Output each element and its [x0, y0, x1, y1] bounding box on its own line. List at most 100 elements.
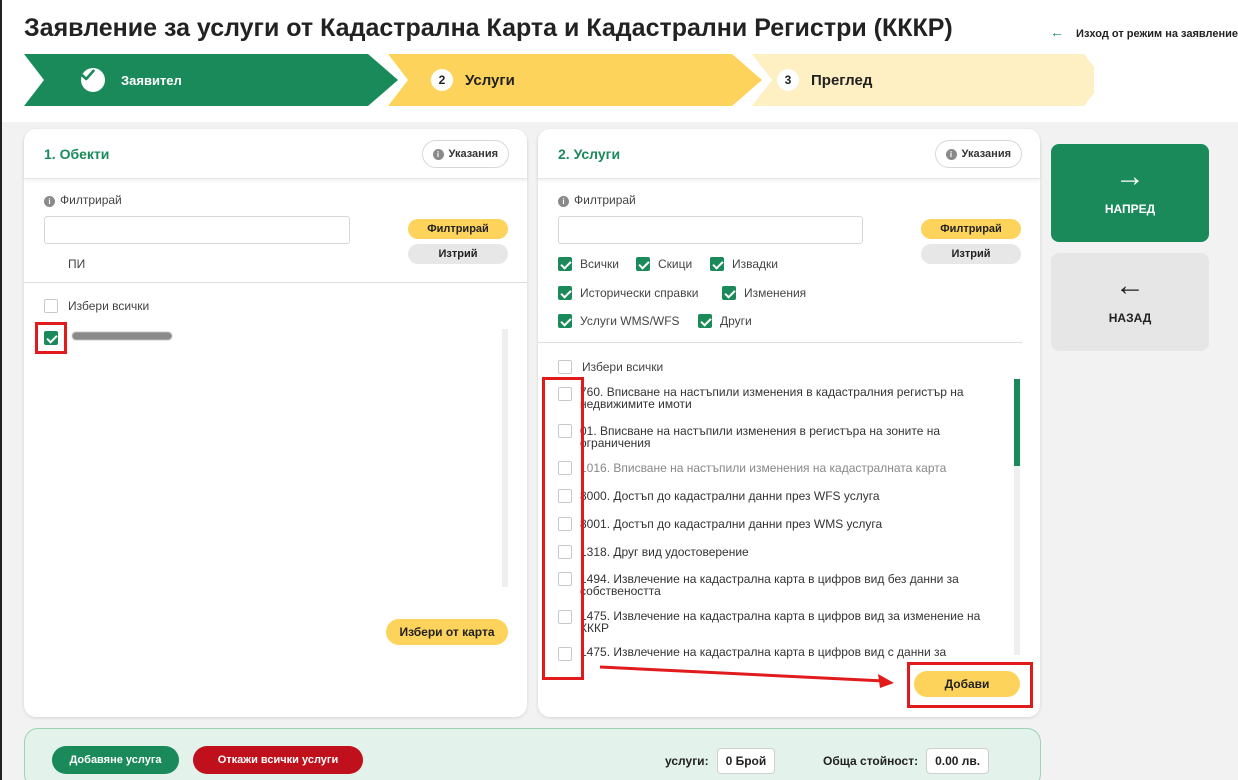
service-item: 1475. Извлечение на кадастрална карта в …	[580, 646, 1016, 659]
step-services-label: Услуги	[465, 71, 515, 89]
services-count: услуги: 0 Брой	[665, 748, 776, 774]
info-icon: i	[44, 196, 55, 207]
service-line: 1318. Друг вид удостоверение	[580, 545, 749, 559]
filter-label-text: Филтрирай	[60, 193, 122, 207]
select-all-objects-checkbox[interactable]	[44, 299, 58, 313]
services-panel-title: 2. Услуги	[558, 146, 621, 162]
category-wms-wfs-checkbox[interactable]	[558, 314, 572, 328]
arrow-right-icon: →	[1115, 160, 1145, 193]
filter-label-text: Филтрирай	[574, 193, 636, 207]
service-line: 8001. Достъп до кадастрални данни през W…	[580, 517, 883, 531]
object-type-label: ПИ	[68, 257, 86, 271]
services-scrollbar-thumb[interactable]	[1014, 379, 1020, 466]
category-sketches-checkbox[interactable]	[636, 257, 650, 271]
service-line: ограничения	[580, 436, 651, 450]
annotation-highlight-box	[542, 377, 584, 680]
arrow-left-icon: ←	[1115, 269, 1145, 302]
service-line: 1475. Извлечение на кадастрална карта в …	[580, 609, 981, 623]
category-extracts-label: Извадки	[732, 257, 778, 271]
service-item: 1475. Извлечение на кадастрална карта в …	[580, 610, 1016, 634]
hints-label: Указания	[448, 148, 498, 160]
category-changes-label: Изменения	[744, 286, 807, 300]
info-icon: i	[432, 148, 444, 160]
category-historical-checkbox[interactable]	[558, 286, 572, 300]
total-cost-label: Обща стойност:	[823, 754, 919, 768]
forward-label: НАПРЕД	[1104, 202, 1156, 216]
objects-panel: 1. Обекти i Указания i Филтрирай Филтрира…	[24, 129, 527, 717]
annotation-highlight-box	[907, 662, 1033, 708]
check-circle-icon	[81, 68, 105, 92]
service-item: 1494. Извлечение на кадастрална карта в …	[580, 573, 1016, 597]
steps-background	[24, 54, 1094, 106]
total-cost: Обща стойност: 0.00 лв.	[823, 748, 990, 774]
pick-from-map-button[interactable]: Избери от карта	[386, 619, 508, 645]
hints-label: Указания	[961, 148, 1011, 160]
objects-scrollbar[interactable]	[502, 329, 508, 587]
step-applicant[interactable]: Заявител	[81, 68, 182, 92]
service-item: 8001. Достъп до кадастрални данни през W…	[580, 518, 1016, 530]
services-clear-button[interactable]: Изтрий	[921, 244, 1021, 264]
step-applicant-label: Заявител	[121, 72, 182, 88]
category-all-checkbox[interactable]	[558, 257, 572, 271]
category-changes-checkbox[interactable]	[722, 286, 736, 300]
category-other-checkbox[interactable]	[698, 314, 712, 328]
category-other-label: Други	[720, 314, 752, 328]
step-number: 2	[431, 69, 453, 91]
category-all-label: Всички	[580, 257, 619, 271]
select-all-services-checkbox[interactable]	[558, 360, 572, 374]
select-all-services-label: Избери всички	[582, 360, 664, 374]
objects-filter-input[interactable]	[44, 216, 350, 244]
services-hints-button[interactable]: i Указания	[934, 140, 1022, 168]
application-page: Заявление за услуги от Кадастрална Карта…	[0, 0, 1238, 780]
top-bar: Заявление за услуги от Кадастрална Карта…	[2, 0, 1238, 122]
objects-filter-button[interactable]: Филтрирай	[408, 219, 508, 239]
service-item: 01. Вписване на настъпили изменения в ре…	[580, 425, 1016, 449]
service-line: собствеността	[580, 584, 661, 598]
exit-label: Изход от режим на заявление	[1076, 28, 1238, 40]
annotation-highlight-box	[35, 322, 67, 354]
service-item: 1016. Вписване на настъпили изменения на…	[580, 462, 1016, 474]
services-filter-button[interactable]: Филтрирай	[921, 219, 1021, 239]
objects-hints-button[interactable]: i Указания	[421, 140, 509, 168]
step-services[interactable]: 2 Услуги	[431, 69, 515, 91]
category-extracts-checkbox[interactable]	[710, 257, 724, 271]
cancel-all-services-button[interactable]: Откажи всички услуги	[193, 746, 363, 774]
exit-application-link[interactable]: ← Изход от режим на заявление	[1050, 24, 1238, 40]
info-icon: i	[945, 148, 957, 160]
step-review[interactable]: 3 Преглед	[777, 69, 872, 91]
service-item: 8000. Достъп до кадастрални данни през W…	[580, 490, 1016, 502]
step-review-label: Преглед	[811, 71, 873, 89]
step-number: 3	[777, 69, 799, 91]
annotation-arrow	[599, 665, 894, 688]
objects-panel-title: 1. Обекти	[44, 146, 110, 162]
service-item: 1318. Друг вид удостоверение	[580, 546, 1016, 558]
page-title: Заявление за услуги от Кадастрална Карта…	[24, 14, 953, 42]
services-summary-bar: Добавяне услуга Откажи всички услуги усл…	[24, 728, 1041, 780]
service-line: КККР	[580, 621, 609, 635]
objects-filter-label: i Филтрирай	[44, 193, 122, 207]
service-line: 8000. Достъп до кадастрални данни през W…	[580, 489, 880, 503]
services-count-label: услуги:	[665, 754, 709, 768]
back-label: НАЗАД	[1108, 311, 1152, 325]
services-count-value: 0 Брой	[716, 748, 776, 774]
objects-clear-button[interactable]: Изтрий	[408, 244, 508, 264]
forward-button[interactable]: → НАПРЕД	[1051, 144, 1209, 242]
select-all-objects-label: Избери всички	[68, 299, 150, 313]
services-panel: 2. Услуги i Указания i Филтрирай Филтрира…	[538, 129, 1040, 717]
services-filter-input[interactable]	[558, 216, 863, 244]
services-panel-header: 2. Услуги i Указания	[538, 129, 1040, 179]
progress-steps: Заявител 2 Услуги 3 Преглед	[24, 54, 1094, 106]
category-sketches-label: Скици	[658, 257, 693, 271]
service-item: 760. Вписване на настъпили изменения в к…	[580, 386, 1016, 410]
divider	[538, 342, 1022, 343]
add-service-button[interactable]: Добавяне услуга	[52, 746, 179, 774]
arrow-left-icon: ←	[1050, 24, 1065, 40]
redacted-object-id	[72, 332, 172, 340]
back-button[interactable]: ← НАЗАД	[1051, 253, 1209, 351]
category-wms-wfs-label: Услуги WMS/WFS	[580, 314, 680, 328]
divider	[24, 282, 527, 283]
service-line: 1475. Извлечение на кадастрална карта в …	[580, 646, 947, 659]
total-cost-value: 0.00 лв.	[926, 748, 990, 774]
services-filter-label: i Филтрирай	[558, 193, 636, 207]
service-line: 1016. Вписване на настъпили изменения на…	[580, 461, 947, 475]
